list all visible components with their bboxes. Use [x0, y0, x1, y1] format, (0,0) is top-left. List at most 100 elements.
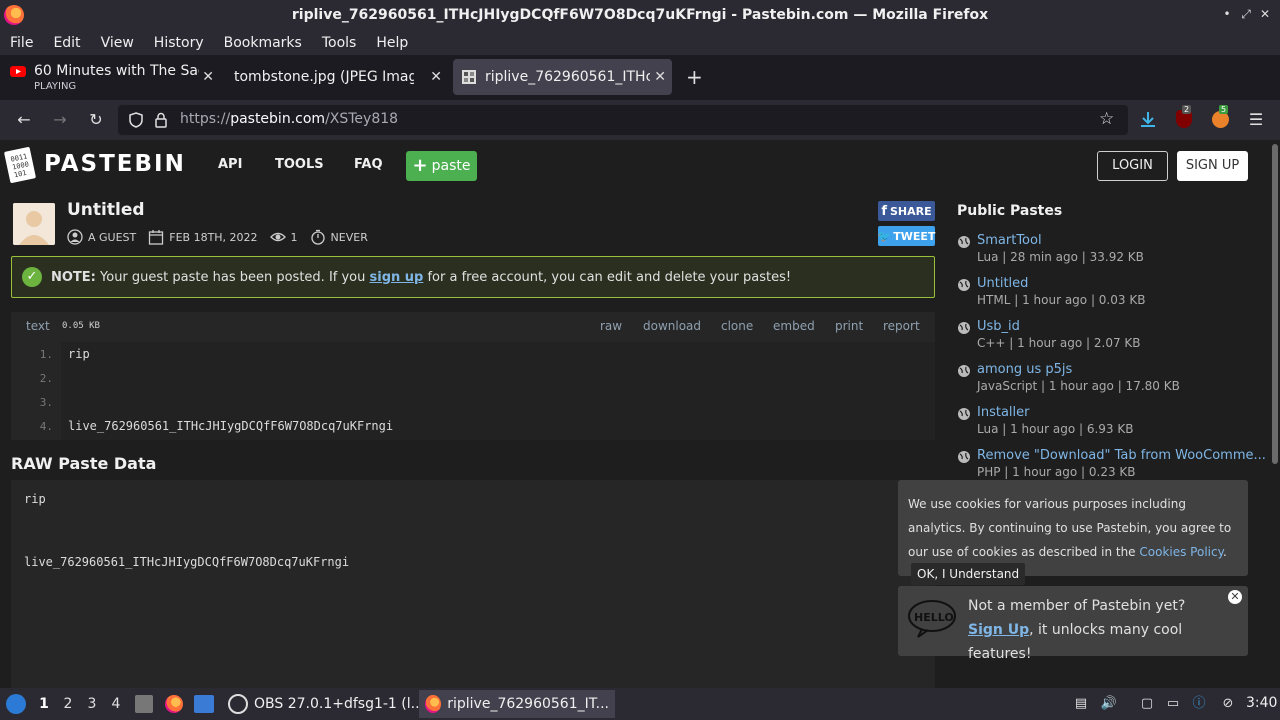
- public-paste-name[interactable]: Usb_id: [977, 319, 1020, 334]
- signup-button[interactable]: SIGN UP: [1177, 151, 1248, 181]
- syntax-language[interactable]: text: [26, 319, 50, 333]
- tray-update-icon[interactable]: ⓘ: [1190, 695, 1208, 713]
- code-header: text 0.05 KB raw download clone embed pr…: [11, 312, 935, 342]
- task-firefox[interactable]: riplive_762960561_IT...: [419, 690, 615, 718]
- promo-signup-link[interactable]: Sign Up: [968, 622, 1029, 638]
- list-item[interactable]: Remove "Download" Tab from WooComme... P…: [957, 448, 1266, 484]
- close-popup-icon[interactable]: ✕: [1228, 590, 1242, 604]
- new-paste-button[interactable]: + paste: [406, 151, 477, 181]
- cookie-consent-popup: We use cookies for various purposes incl…: [898, 480, 1248, 576]
- tab-label: 60 Minutes with The Sad: [34, 63, 199, 79]
- task-obs[interactable]: OBS 27.0.1+dfsg1-1 (l...: [222, 690, 430, 718]
- list-item[interactable]: SmartTool Lua | 28 min ago | 33.92 KB: [957, 233, 1257, 269]
- public-paste-name[interactable]: SmartTool: [977, 233, 1042, 248]
- tab-pastebin[interactable]: riplive_762960561_ITHcJ ✕: [453, 59, 672, 95]
- reload-icon[interactable]: ↻: [86, 110, 106, 130]
- menu-help[interactable]: Help: [376, 35, 408, 51]
- nav-faq[interactable]: FAQ: [354, 157, 383, 172]
- back-icon[interactable]: ←: [14, 110, 34, 130]
- close-window-button[interactable]: ✕: [1257, 6, 1273, 22]
- globe-icon: [958, 451, 970, 463]
- line-number: 4.: [39, 420, 53, 433]
- forward-icon[interactable]: →: [50, 110, 70, 130]
- public-paste-name[interactable]: Installer: [977, 405, 1029, 420]
- volume-icon[interactable]: 🔊: [1100, 695, 1118, 713]
- public-paste-meta: JavaScript | 1 hour ago | 17.80 KB: [977, 379, 1180, 393]
- lock-icon[interactable]: [154, 112, 168, 128]
- start-menu-icon[interactable]: [6, 694, 26, 714]
- print-link[interactable]: print: [835, 319, 863, 333]
- tab-playing-label: PLAYING: [34, 81, 77, 92]
- firefox-launcher-icon[interactable]: [165, 695, 183, 713]
- tray-clipboard-icon[interactable]: ▢: [1138, 695, 1156, 713]
- embed-link[interactable]: embed: [773, 319, 815, 333]
- tray-notes-icon[interactable]: ▤: [1072, 695, 1090, 713]
- page-content: 0011 1000 101 PASTEBIN API TOOLS FAQ + p…: [0, 140, 1270, 688]
- public-paste-meta: HTML | 1 hour ago | 0.03 KB: [977, 293, 1146, 307]
- report-link[interactable]: report: [883, 319, 920, 333]
- nav-api[interactable]: API: [218, 157, 242, 172]
- menu-tools[interactable]: Tools: [322, 35, 357, 51]
- extension-badge: 5: [1219, 105, 1229, 114]
- menu-view[interactable]: View: [101, 35, 134, 51]
- taskbar: 1 2 3 4 OBS 27.0.1+dfsg1-1 (l... riplive…: [0, 688, 1280, 720]
- workspace-1[interactable]: 1: [37, 696, 51, 712]
- close-tab-icon[interactable]: ✕: [430, 69, 442, 85]
- bookmark-star-icon[interactable]: ☆: [1099, 109, 1114, 129]
- workspace-4[interactable]: 4: [109, 696, 123, 712]
- list-item[interactable]: Untitled HTML | 1 hour ago | 0.03 KB: [957, 276, 1257, 312]
- list-item[interactable]: Usb_id C++ | 1 hour ago | 2.07 KB: [957, 319, 1257, 355]
- tab-tombstone[interactable]: tombstone.jpg (JPEG Image, ✕: [226, 59, 448, 95]
- raw-line: rip: [24, 492, 46, 506]
- minimize-button[interactable]: •: [1219, 6, 1235, 22]
- raw-link[interactable]: raw: [600, 319, 622, 333]
- scrollbar-thumb[interactable]: [1272, 144, 1278, 464]
- download-icon[interactable]: [1139, 110, 1157, 130]
- download-link[interactable]: download: [643, 319, 701, 333]
- check-circle-icon: ✓: [22, 267, 42, 287]
- menu-edit[interactable]: Edit: [53, 35, 80, 51]
- public-paste-name[interactable]: among us p5js: [977, 362, 1072, 377]
- list-item[interactable]: among us p5js JavaScript | 1 hour ago | …: [957, 362, 1257, 398]
- url-bar[interactable]: https://pastebin.com/XSTey818 ☆: [118, 105, 1128, 135]
- eye-icon: [269, 232, 286, 242]
- url-text[interactable]: https://pastebin.com/XSTey818: [180, 111, 398, 127]
- pastebin-logo-icon[interactable]: 0011 1000 101: [3, 146, 39, 184]
- page-scrollbar[interactable]: [1270, 140, 1280, 688]
- close-tab-icon[interactable]: ✕: [202, 69, 214, 85]
- login-button[interactable]: LOGIN: [1097, 151, 1168, 181]
- close-tab-icon[interactable]: ✕: [654, 69, 666, 85]
- nav-tools[interactable]: TOOLS: [275, 157, 324, 172]
- menu-file[interactable]: File: [10, 35, 33, 51]
- menu-history[interactable]: History: [154, 35, 204, 51]
- avatar[interactable]: [13, 203, 55, 245]
- file-manager-icon[interactable]: [135, 695, 153, 713]
- clone-link[interactable]: clone: [721, 319, 753, 333]
- list-item[interactable]: Installer Lua | 1 hour ago | 6.93 KB: [957, 405, 1257, 441]
- twitter-tweet-button[interactable]: 🐦 TWEET: [878, 226, 935, 246]
- raw-paste-textarea[interactable]: rip live_762960561_ITHcJHIygDCQfF6W7O8Dc…: [11, 480, 935, 688]
- shield-icon[interactable]: [128, 112, 144, 128]
- workspace-2[interactable]: 2: [61, 696, 75, 712]
- tab-youtube[interactable]: 60 Minutes with The Sad PLAYING ✕: [2, 59, 220, 95]
- line-number: 3.: [39, 396, 53, 409]
- menu-bookmarks[interactable]: Bookmarks: [224, 35, 302, 51]
- cookie-accept-button[interactable]: OK, I Understand: [911, 563, 1026, 585]
- public-paste-name[interactable]: Remove "Download" Tab from WooComme...: [977, 448, 1266, 463]
- cookies-policy-link[interactable]: Cookies Policy: [1139, 545, 1223, 559]
- tray-display-icon[interactable]: ▭: [1164, 695, 1182, 713]
- desktop-icon[interactable]: [194, 695, 214, 713]
- code-lines[interactable]: rip live_762960561_ITHcJHIygDCQfF6W7O8Dc…: [61, 342, 935, 440]
- facebook-share-button[interactable]: f SHARE: [878, 201, 935, 221]
- workspace-3[interactable]: 3: [85, 696, 99, 712]
- tray-network-icon[interactable]: ⊘: [1219, 695, 1237, 713]
- paste-size: 0.05 KB: [62, 321, 100, 331]
- public-paste-name[interactable]: Untitled: [977, 276, 1028, 291]
- clock[interactable]: 3:40: [1246, 695, 1277, 711]
- pastebin-logo-text[interactable]: PASTEBIN: [44, 151, 186, 177]
- hamburger-menu-icon[interactable]: ☰: [1246, 110, 1266, 130]
- new-tab-icon[interactable]: +: [686, 65, 703, 89]
- globe-icon: [958, 322, 970, 334]
- note-signup-link[interactable]: sign up: [370, 270, 424, 285]
- maximize-button[interactable]: ⤢: [1238, 6, 1254, 22]
